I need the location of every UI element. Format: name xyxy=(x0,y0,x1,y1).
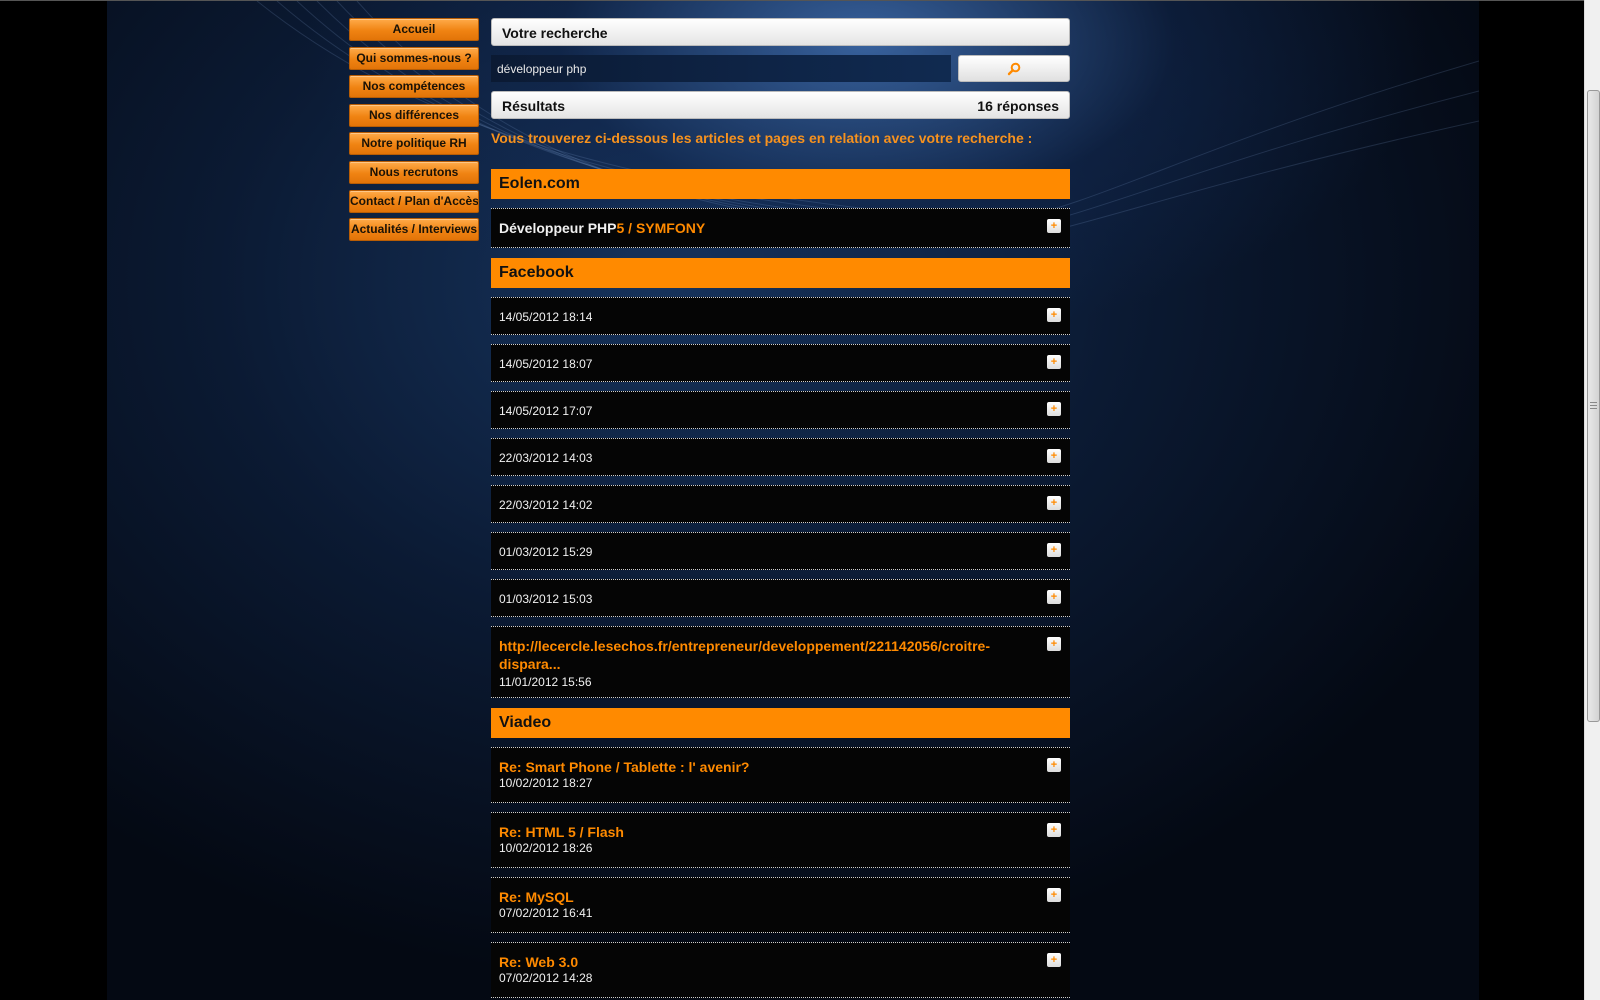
item-date: 22/03/2012 14:02 xyxy=(499,498,593,512)
item-date: 14/05/2012 17:07 xyxy=(499,404,593,418)
results-intro-text: Vous trouverez ci-dessous les articles e… xyxy=(491,130,1033,146)
list-item[interactable]: Re: Web 3.0 07/02/2012 14:28 + xyxy=(491,942,1070,998)
expand-icon[interactable]: + xyxy=(1047,308,1061,322)
section-eolen-title: Eolen.com xyxy=(491,169,1070,199)
main-content: Votre recherche Résultats 16 réponses Vo… xyxy=(491,18,1070,998)
result-link[interactable]: http://lecercle.lesechos.fr/entrepreneur… xyxy=(499,627,1009,673)
expand-icon[interactable]: + xyxy=(1047,355,1061,369)
nav-qui-sommes-nous[interactable]: Qui sommes-nous ? xyxy=(349,46,479,70)
expand-icon[interactable]: + xyxy=(1047,449,1061,463)
list-item[interactable]: Re: MySQL 07/02/2012 16:41 + xyxy=(491,877,1070,933)
list-item[interactable]: 01/03/2012 15:29 + xyxy=(491,532,1070,570)
expand-icon[interactable]: + xyxy=(1047,496,1061,510)
list-item[interactable]: Re: Smart Phone / Tablette : l' avenir? … xyxy=(491,747,1070,803)
expand-icon[interactable]: + xyxy=(1047,219,1061,233)
expand-icon[interactable]: + xyxy=(1047,402,1061,416)
expand-icon[interactable]: + xyxy=(1047,758,1061,772)
list-item[interactable]: 01/03/2012 15:03 + xyxy=(491,579,1070,617)
list-item[interactable]: http://lecercle.lesechos.fr/entrepreneur… xyxy=(491,626,1070,698)
search-button[interactable] xyxy=(958,55,1070,82)
grip-line xyxy=(1590,402,1597,403)
results-title: Résultats xyxy=(502,98,566,114)
main-nav: Accueil Qui sommes-nous ? Nos compétence… xyxy=(349,18,479,247)
nav-contact-plan[interactable]: Contact / Plan d'Accès xyxy=(349,189,479,213)
results-header: Résultats 16 réponses xyxy=(491,91,1070,119)
search-bar xyxy=(491,55,1070,82)
item-date: 11/01/2012 15:56 xyxy=(499,675,592,689)
nav-nos-competences[interactable]: Nos compétences xyxy=(349,75,479,99)
result-title[interactable]: Développeur PHP5 / SYMFONY xyxy=(499,209,1062,236)
expand-icon[interactable]: + xyxy=(1047,637,1061,651)
item-date: 14/05/2012 18:07 xyxy=(499,357,593,371)
expand-icon[interactable]: + xyxy=(1047,953,1061,967)
grip-line xyxy=(1590,408,1597,409)
list-item[interactable]: Développeur PHP5 / SYMFONY + xyxy=(491,208,1070,248)
item-date: 07/02/2012 16:41 xyxy=(499,906,593,920)
expand-icon[interactable]: + xyxy=(1047,590,1061,604)
scrollbar-thumb[interactable] xyxy=(1587,90,1600,722)
nav-nos-differences[interactable]: Nos différences xyxy=(349,103,479,127)
item-date: 07/02/2012 14:28 xyxy=(499,971,593,985)
item-date: 14/05/2012 18:14 xyxy=(499,310,593,324)
result-link[interactable]: Re: Smart Phone / Tablette : l' avenir? xyxy=(499,748,1062,775)
list-item[interactable]: 22/03/2012 14:03 + xyxy=(491,438,1070,476)
section-facebook-title: Facebook xyxy=(491,258,1070,288)
item-date: 10/02/2012 18:26 xyxy=(499,841,593,855)
search-input[interactable] xyxy=(491,55,951,82)
item-date: 01/03/2012 15:03 xyxy=(499,592,593,606)
item-date: 22/03/2012 14:03 xyxy=(499,451,593,465)
vertical-scrollbar[interactable] xyxy=(1584,0,1600,1000)
expand-icon[interactable]: + xyxy=(1047,888,1061,902)
result-link[interactable]: Re: Web 3.0 xyxy=(499,943,1062,970)
result-title-part-white: Développeur PHP xyxy=(499,220,617,236)
item-date: 10/02/2012 18:27 xyxy=(499,776,593,790)
list-item[interactable]: 14/05/2012 18:07 + xyxy=(491,344,1070,382)
grip-line xyxy=(1590,405,1597,406)
list-item[interactable]: 14/05/2012 18:14 + xyxy=(491,297,1070,335)
results-count: 16 réponses xyxy=(977,98,1059,114)
expand-icon[interactable]: + xyxy=(1047,823,1061,837)
result-link[interactable]: Re: MySQL xyxy=(499,878,1062,905)
search-icon xyxy=(1007,62,1021,76)
nav-nous-recrutons[interactable]: Nous recrutons xyxy=(349,160,479,184)
result-title-part-orange: 5 / SYMFONY xyxy=(616,220,706,236)
item-date: 01/03/2012 15:29 xyxy=(499,545,593,559)
search-panel-title: Votre recherche xyxy=(491,18,1070,46)
section-viadeo-title: Viadeo xyxy=(491,708,1070,738)
list-item[interactable]: Re: HTML 5 / Flash 10/02/2012 18:26 + xyxy=(491,812,1070,868)
list-item[interactable]: 22/03/2012 14:02 + xyxy=(491,485,1070,523)
expand-icon[interactable]: + xyxy=(1047,543,1061,557)
nav-actualites-interviews[interactable]: Actualités / Interviews xyxy=(349,218,479,242)
nav-accueil[interactable]: Accueil xyxy=(349,18,479,41)
result-link[interactable]: Re: HTML 5 / Flash xyxy=(499,813,1062,840)
nav-politique-rh[interactable]: Notre politique RH xyxy=(349,132,479,156)
list-item[interactable]: 14/05/2012 17:07 + xyxy=(491,391,1070,429)
